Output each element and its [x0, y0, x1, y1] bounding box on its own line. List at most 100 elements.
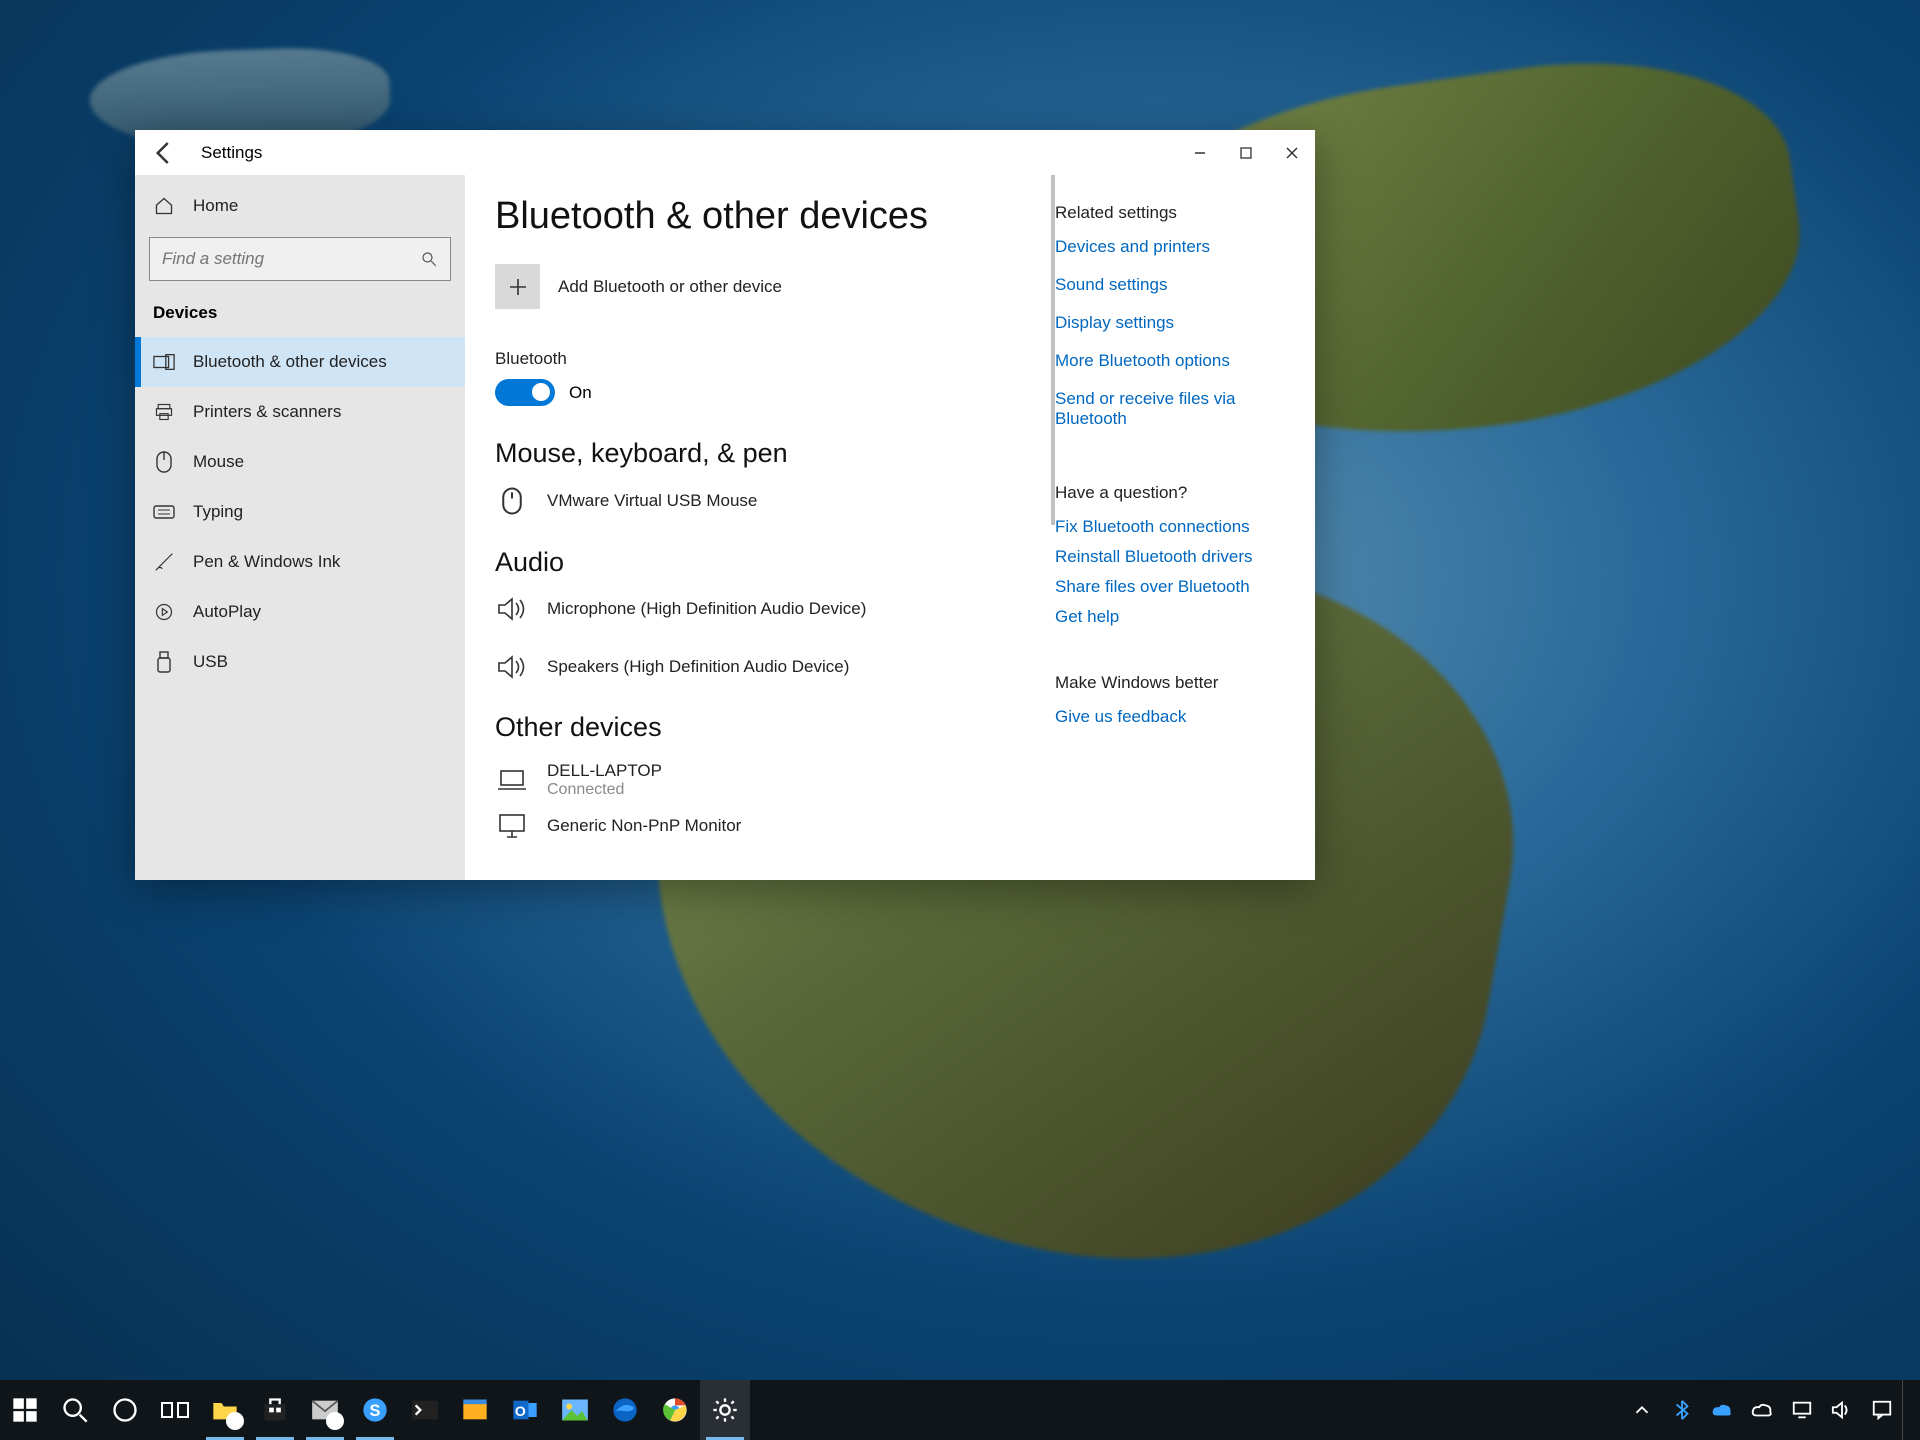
outlook-icon: O [511, 1396, 539, 1424]
bluetooth-toggle[interactable] [495, 379, 555, 406]
bluetooth-state-label: On [569, 383, 592, 403]
scrollbar[interactable] [1051, 175, 1055, 525]
volume-tray[interactable] [1822, 1380, 1862, 1440]
minimize-button[interactable] [1177, 130, 1223, 175]
svg-text:S: S [370, 1402, 381, 1420]
sidebar-item-autoplay[interactable]: AutoPlay [135, 587, 465, 637]
add-device-button[interactable]: Add Bluetooth or other device [495, 264, 1025, 309]
feedback-link[interactable]: Give us feedback [1055, 707, 1295, 727]
sidebar-category: Devices [135, 291, 465, 337]
sidebar-item-bluetooth-devices[interactable]: Bluetooth & other devices [135, 337, 465, 387]
sidebar-item-label: AutoPlay [193, 602, 261, 622]
search-icon [61, 1396, 89, 1424]
device-label: Microphone (High Definition Audio Device… [547, 599, 866, 619]
home-button[interactable]: Home [135, 181, 465, 231]
mouse-icon [153, 451, 175, 473]
help-link[interactable]: Share files over Bluetooth [1055, 577, 1295, 597]
photos-button[interactable] [550, 1380, 600, 1440]
mouse-outline-icon [495, 487, 529, 515]
related-link[interactable]: Sound settings [1055, 275, 1295, 295]
cortana-button[interactable] [100, 1380, 150, 1440]
onedrive-tray[interactable] [1702, 1380, 1742, 1440]
related-link[interactable]: More Bluetooth options [1055, 351, 1295, 371]
bluetooth-icon [1671, 1399, 1693, 1421]
network-tray[interactable] [1782, 1380, 1822, 1440]
bluetooth-heading: Bluetooth [495, 349, 1025, 369]
store-icon [261, 1396, 289, 1424]
mail-button[interactable] [300, 1380, 350, 1440]
chevron-up-icon [1631, 1399, 1653, 1421]
folder-icon [211, 1396, 239, 1424]
overflow-tray[interactable] [1622, 1380, 1662, 1440]
device-label: VMware Virtual USB Mouse [547, 491, 757, 511]
device-item[interactable]: VMware Virtual USB Mouse [495, 481, 1025, 541]
start-button[interactable] [0, 1380, 50, 1440]
search-input[interactable] [162, 249, 383, 269]
sidebar-item-mouse[interactable]: Mouse [135, 437, 465, 487]
desktop: Settings Home [0, 0, 1920, 1440]
mail-icon [311, 1396, 339, 1424]
autoplay-icon [153, 602, 175, 622]
close-button[interactable] [1269, 130, 1315, 175]
svg-text:O: O [515, 1403, 526, 1419]
device-label: Speakers (High Definition Audio Device) [547, 657, 849, 677]
page-title: Bluetooth & other devices [495, 195, 1025, 238]
related-link[interactable]: Send or receive files via Bluetooth [1055, 389, 1295, 429]
question-title: Have a question? [1055, 483, 1295, 503]
task-view-button[interactable] [150, 1380, 200, 1440]
monitor-icon [495, 813, 529, 839]
window-titlebar[interactable]: Settings [135, 130, 1315, 175]
sidebar-item-usb[interactable]: USB [135, 637, 465, 687]
weather-tray[interactable] [1742, 1380, 1782, 1440]
skype-icon: S [361, 1396, 389, 1424]
section-title: Audio [495, 547, 1025, 578]
sidebar-item-printers[interactable]: Printers & scanners [135, 387, 465, 437]
settings-button[interactable] [700, 1380, 750, 1440]
device-item[interactable]: Microphone (High Definition Audio Device… [495, 590, 1025, 648]
device-item[interactable]: Generic Non-PnP Monitor [495, 807, 1025, 865]
device-status: Connected [547, 781, 662, 799]
arrow-left-icon [149, 138, 179, 168]
help-link[interactable]: Get help [1055, 607, 1295, 627]
help-link[interactable]: Reinstall Bluetooth drivers [1055, 547, 1295, 567]
help-link[interactable]: Fix Bluetooth connections [1055, 517, 1295, 537]
windows-icon [11, 1396, 39, 1424]
movies-button[interactable] [450, 1380, 500, 1440]
related-link[interactable]: Display settings [1055, 313, 1295, 333]
usb-icon [153, 651, 175, 673]
photos-icon [561, 1396, 589, 1424]
show-desktop-button[interactable] [1902, 1380, 1912, 1440]
settings-search[interactable] [149, 237, 451, 281]
sidebar-item-typing[interactable]: Typing [135, 487, 465, 537]
file-explorer-button[interactable] [200, 1380, 250, 1440]
search-button[interactable] [50, 1380, 100, 1440]
action-center-tray[interactable] [1862, 1380, 1902, 1440]
settings-related-panel: Related settings Devices and printers So… [1055, 175, 1315, 880]
maximize-icon [1239, 146, 1253, 160]
keyboard-icon [153, 505, 175, 519]
bluetooth-tray[interactable] [1662, 1380, 1702, 1440]
sidebar-item-label: Bluetooth & other devices [193, 352, 387, 372]
terminal-button[interactable] [400, 1380, 450, 1440]
device-label: DELL-LAPTOP [547, 761, 662, 781]
settings-content: Bluetooth & other devices Add Bluetooth … [465, 175, 1315, 880]
skype-button[interactable]: S [350, 1380, 400, 1440]
back-button[interactable] [149, 138, 179, 168]
maximize-button[interactable] [1223, 130, 1269, 175]
home-icon [153, 196, 175, 216]
device-item[interactable]: Speakers (High Definition Audio Device) [495, 648, 1025, 706]
settings-main: Bluetooth & other devices Add Bluetooth … [465, 175, 1055, 880]
sidebar-item-pen[interactable]: Pen & Windows Ink [135, 537, 465, 587]
outlook-button[interactable]: O [500, 1380, 550, 1440]
settings-window: Settings Home [135, 130, 1315, 880]
section-title: Mouse, keyboard, & pen [495, 438, 1025, 469]
plus-icon [495, 264, 540, 309]
printer-icon [153, 402, 175, 422]
related-link[interactable]: Devices and printers [1055, 237, 1295, 257]
device-item[interactable]: DELL-LAPTOP Connected [495, 755, 1025, 807]
edge-button[interactable] [600, 1380, 650, 1440]
chrome-button[interactable] [650, 1380, 700, 1440]
sidebar-item-label: Typing [193, 502, 243, 522]
cloud-outline-icon [1751, 1399, 1773, 1421]
microsoft-store-button[interactable] [250, 1380, 300, 1440]
